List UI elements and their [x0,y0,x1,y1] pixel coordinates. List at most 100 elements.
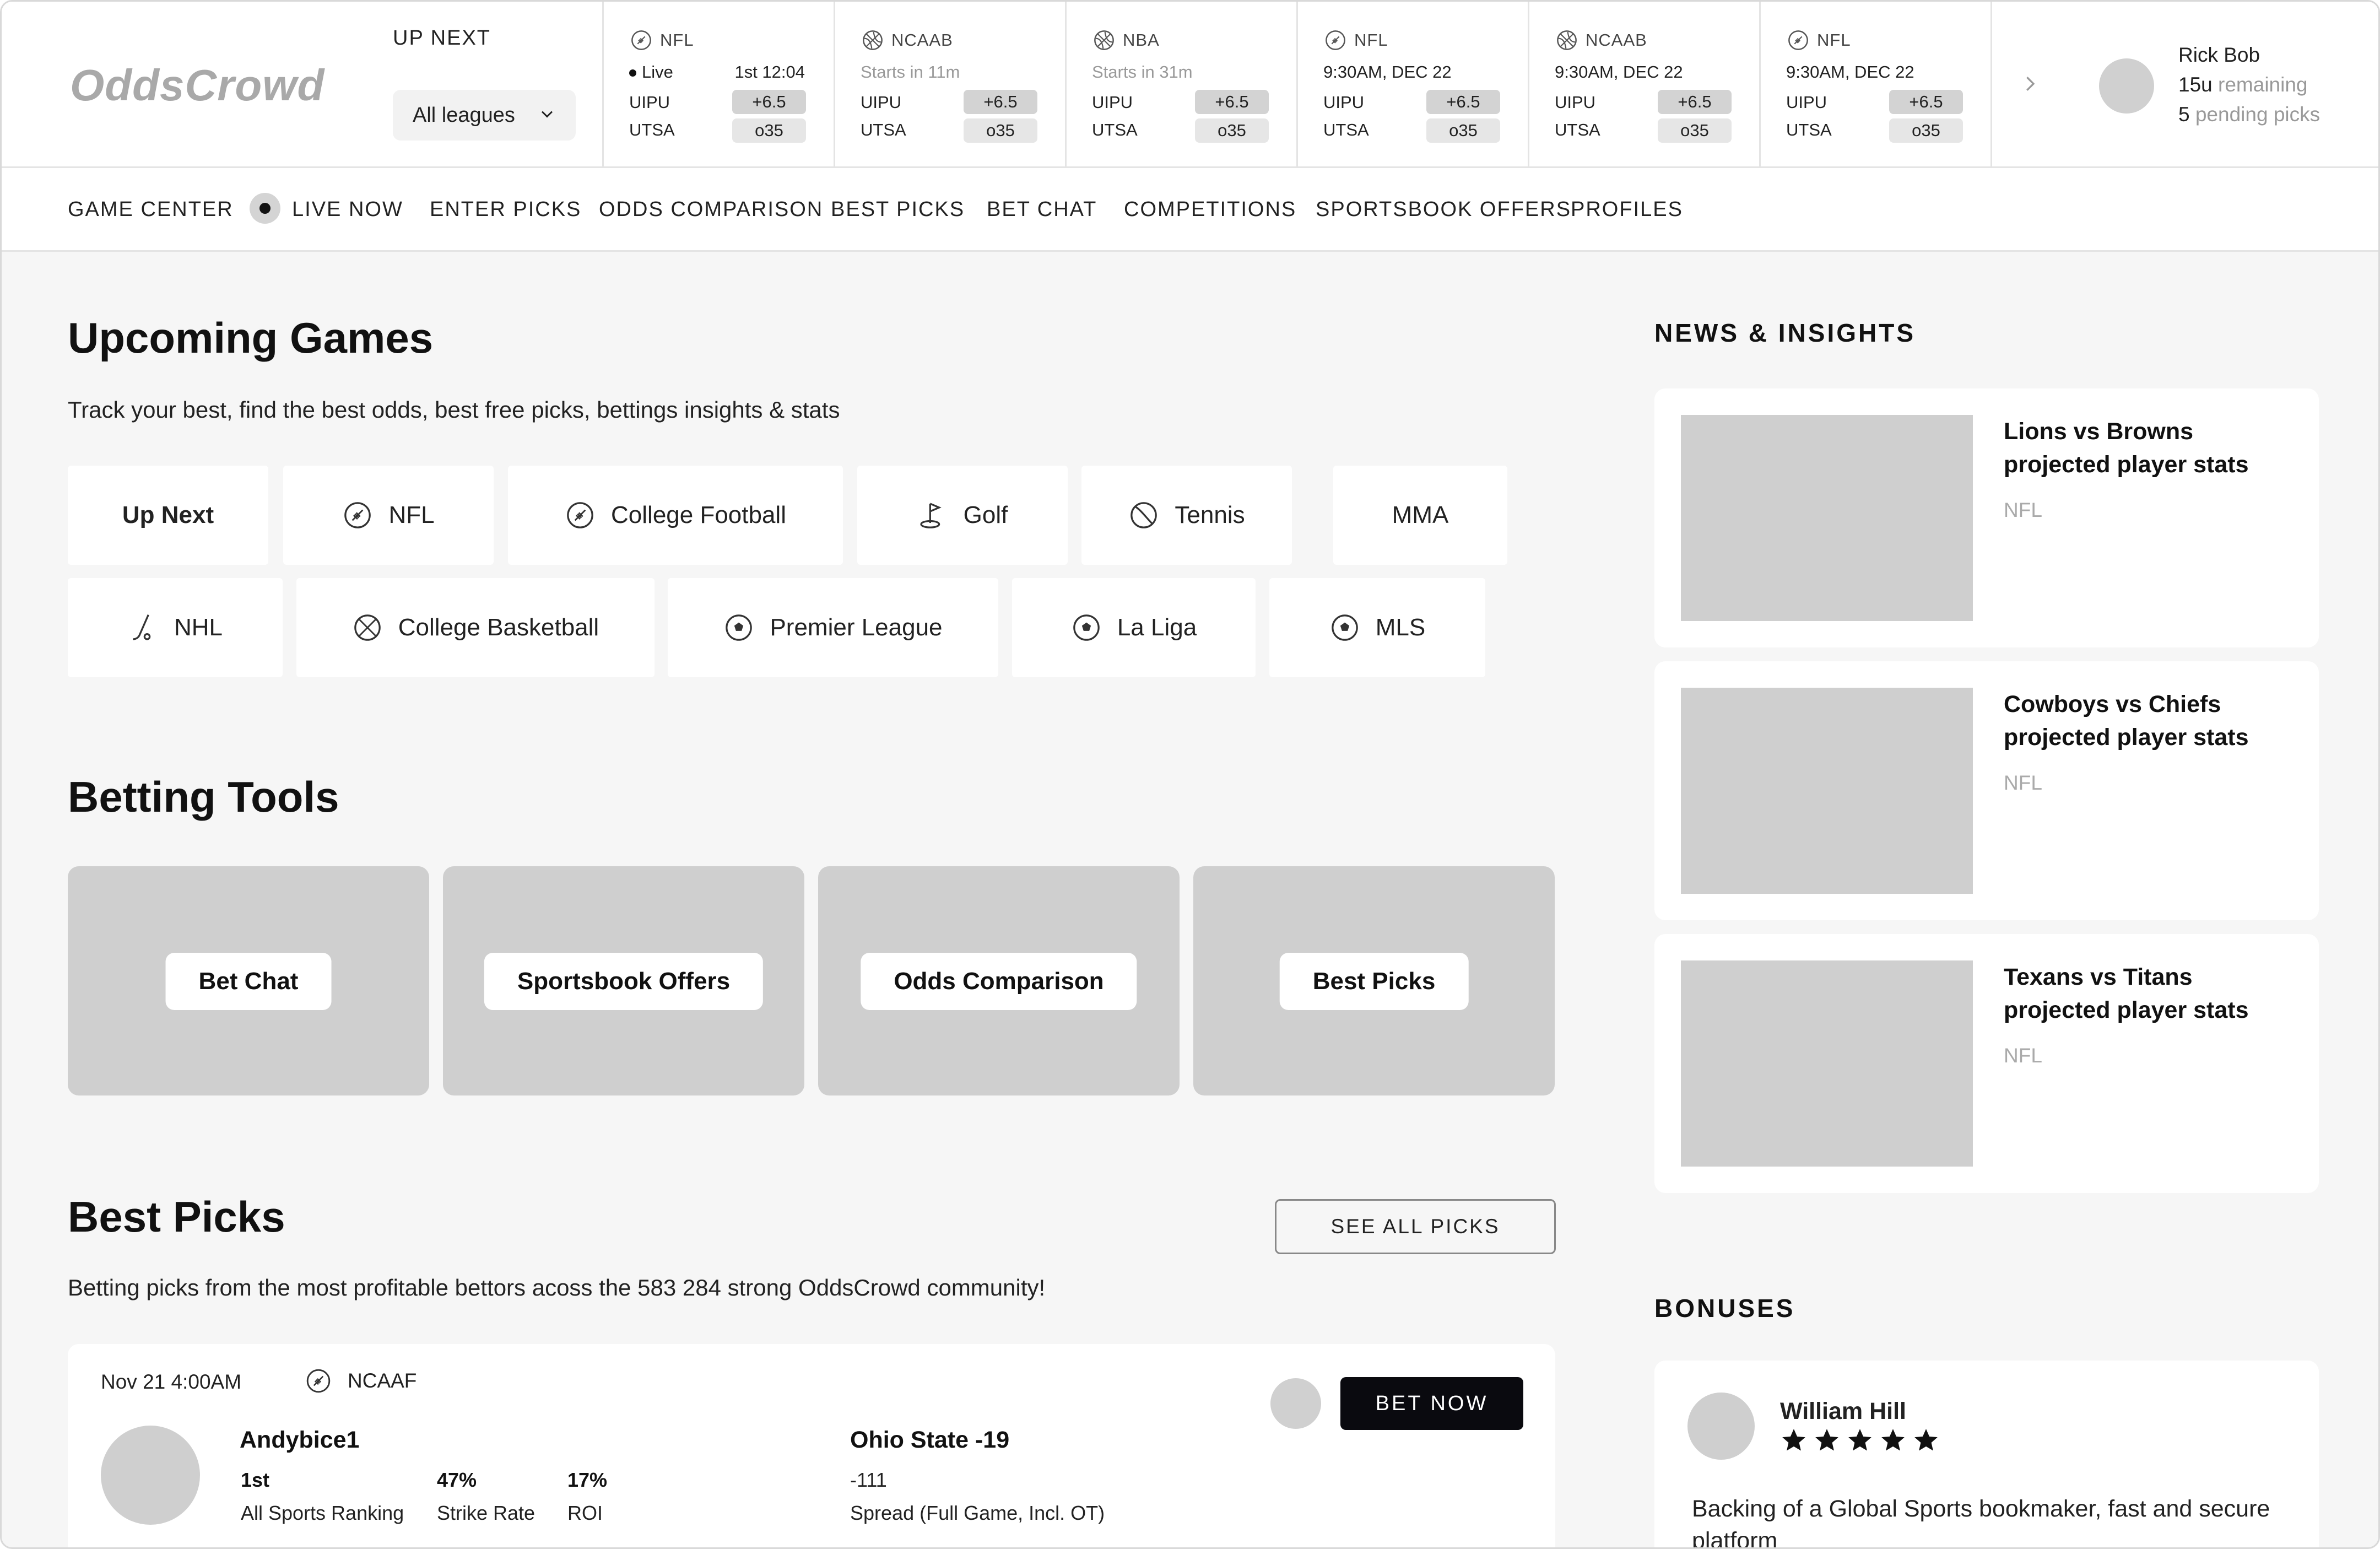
chip-college-football[interactable]: College Football [508,466,843,565]
game-status: Starts in 31m [1092,62,1193,82]
spread-odds[interactable]: +6.5 [1426,90,1500,114]
avatar[interactable] [2099,58,2154,114]
user-name[interactable]: Rick Bob [2178,44,2260,67]
spread-odds[interactable]: +6.5 [1889,90,1963,114]
team-name: UTSA [1555,120,1600,139]
news-card[interactable]: Cowboys vs Chiefs projected player stats… [1654,661,2319,920]
bookmaker-name[interactable]: William Hill [1780,1398,1906,1425]
top-header: OddsCrowd UP NEXT All leagues NFL Live 1… [2,2,2378,168]
game-card[interactable]: NCAAB 9:30AM, DEC 22 UIPU +6.5 UTSA o35 [1528,2,1759,168]
nav-competitions[interactable]: COMPETITIONS [1124,198,1296,222]
basketball-icon [354,614,381,641]
spread-odds[interactable]: +6.5 [1658,90,1732,114]
bet-chat-button[interactable]: Bet Chat [165,953,332,1010]
nav-game-center[interactable]: GAME CENTER [68,198,234,222]
live-icon [250,193,280,224]
game-card[interactable]: NFL 9:30AM, DEC 22 UIPU +6.5 UTSA o35 [1759,2,1990,168]
tools-title: Betting Tools [68,773,339,821]
team-name: UIPU [1323,93,1365,112]
nav-bet-chat[interactable]: BET CHAT [987,198,1097,222]
total-odds[interactable]: o35 [1195,118,1269,143]
football-icon [344,502,371,528]
team-name: UIPU [1786,93,1827,112]
team-name: UIPU [629,93,670,112]
game-status: Live [629,62,673,82]
news-tag: NFL [2004,1044,2042,1067]
game-clock: 1st 12:04 [734,62,805,82]
sportsbook-logo [1270,1378,1321,1429]
news-tag: NFL [2004,771,2042,794]
league-select[interactable]: All leagues [393,90,576,141]
tool-card-odds-comparison[interactable]: Odds Comparison [818,866,1180,1095]
team-name: UTSA [1786,120,1832,139]
tipster-name[interactable]: Andybice1 [240,1427,359,1454]
nav-profiles[interactable]: PROFILES [1571,198,1683,222]
chip-la-liga[interactable]: La Liga [1012,578,1256,677]
bonus-card[interactable]: William Hill Backing of a Global Sports … [1654,1361,2319,1547]
chip-tennis[interactable]: Tennis [1081,466,1292,565]
chip-college-basketball[interactable]: College Basketball [296,578,654,677]
spread-odds[interactable]: +6.5 [964,90,1037,114]
stat-label: Strike Rate [437,1502,536,1524]
news-tag: NFL [2004,499,2042,521]
news-card[interactable]: Lions vs Browns projected player stats N… [1654,388,2319,647]
chip-premier-league[interactable]: Premier League [668,578,998,677]
live-indicator [629,69,636,77]
pick-selection: Ohio State -19 [850,1427,1010,1453]
game-league: NFL [1354,30,1388,50]
news-card[interactable]: Texans vs Titans projected player stats … [1654,934,2319,1193]
chip-mls[interactable]: MLS [1269,578,1485,677]
total-odds[interactable]: o35 [1426,118,1500,143]
up-next-label: UP NEXT [393,26,491,50]
game-card[interactable]: NFL 9:30AM, DEC 22 UIPU +6.5 UTSA o35 [1296,2,1528,168]
total-odds[interactable]: o35 [1889,118,1963,143]
news-headline[interactable]: Cowboys vs Chiefs projected player stats [2004,688,2301,754]
stat-label: All Sports Ranking [241,1502,404,1524]
team-name: UIPU [861,93,902,112]
nav-enter-picks[interactable]: ENTER PICKS [430,198,581,222]
news-headline[interactable]: Lions vs Browns projected player stats [2004,415,2301,481]
game-card[interactable]: NFL Live 1st 12:04 UIPU +6.5 UTSA o35 [602,2,834,168]
odds-comparison-button[interactable]: Odds Comparison [861,953,1137,1010]
basketball-icon [1557,30,1577,50]
spread-odds[interactable]: +6.5 [1195,90,1269,114]
team-name: UIPU [1092,93,1133,112]
nav-live-now[interactable]: LIVE NOW [292,198,403,222]
rating-stars [1780,1427,1940,1454]
tool-card-sportsbook-offers[interactable]: Sportsbook Offers [443,866,804,1095]
best-picks-button[interactable]: Best Picks [1279,953,1469,1010]
spread-odds[interactable]: +6.5 [732,90,806,114]
nav-sportsbook-offers[interactable]: SPORTSBOOK OFFERS [1316,198,1571,222]
avatar[interactable] [101,1426,200,1525]
sportsbook-offers-button[interactable]: Sportsbook Offers [484,953,764,1010]
nav-odds-comparison[interactable]: ODDS COMPARISON [599,198,823,222]
tool-card-bet-chat[interactable]: Bet Chat [68,866,429,1095]
chip-nfl[interactable]: NFL [283,466,494,565]
total-odds[interactable]: o35 [732,118,806,143]
chip-up-next[interactable]: Up Next [68,466,268,565]
bet-now-button[interactable]: BET NOW [1340,1377,1523,1430]
chip-mma[interactable]: MMA [1333,466,1507,565]
game-league: NCAAB [1586,30,1647,50]
best-picks-subtitle: Betting picks from the most profitable b… [68,1275,1046,1300]
news-headline[interactable]: Texans vs Titans projected player stats [2004,960,2301,1027]
football-icon [1788,30,1808,50]
game-card[interactable]: NBA Starts in 31m UIPU +6.5 UTSA o35 [1065,2,1296,168]
chip-nhl[interactable]: NHL [68,578,283,677]
nav-best-picks[interactable]: BEST PICKS [831,198,965,222]
news-image [1681,415,1973,621]
total-odds[interactable]: o35 [964,118,1037,143]
see-all-picks-button[interactable]: SEE ALL PICKS [1275,1199,1556,1254]
tool-card-best-picks[interactable]: Best Picks [1193,866,1555,1095]
star-icon [1815,1429,1838,1451]
chip-golf[interactable]: Golf [857,466,1068,565]
news-title: NEWS & INSIGHTS [1654,319,1916,347]
pick-market: Spread (Full Game, Incl. OT) [850,1502,1105,1524]
pick-date: Nov 21 4:00AM [101,1370,242,1393]
chevron-right-icon[interactable] [2020,70,2042,98]
logo[interactable]: OddsCrowd [70,60,324,111]
total-odds[interactable]: o35 [1658,118,1732,143]
star-icon [1914,1429,1938,1451]
best-picks-title: Best Picks [68,1192,285,1241]
game-card[interactable]: NCAAB Starts in 11m UIPU +6.5 UTSA o35 [834,2,1065,168]
